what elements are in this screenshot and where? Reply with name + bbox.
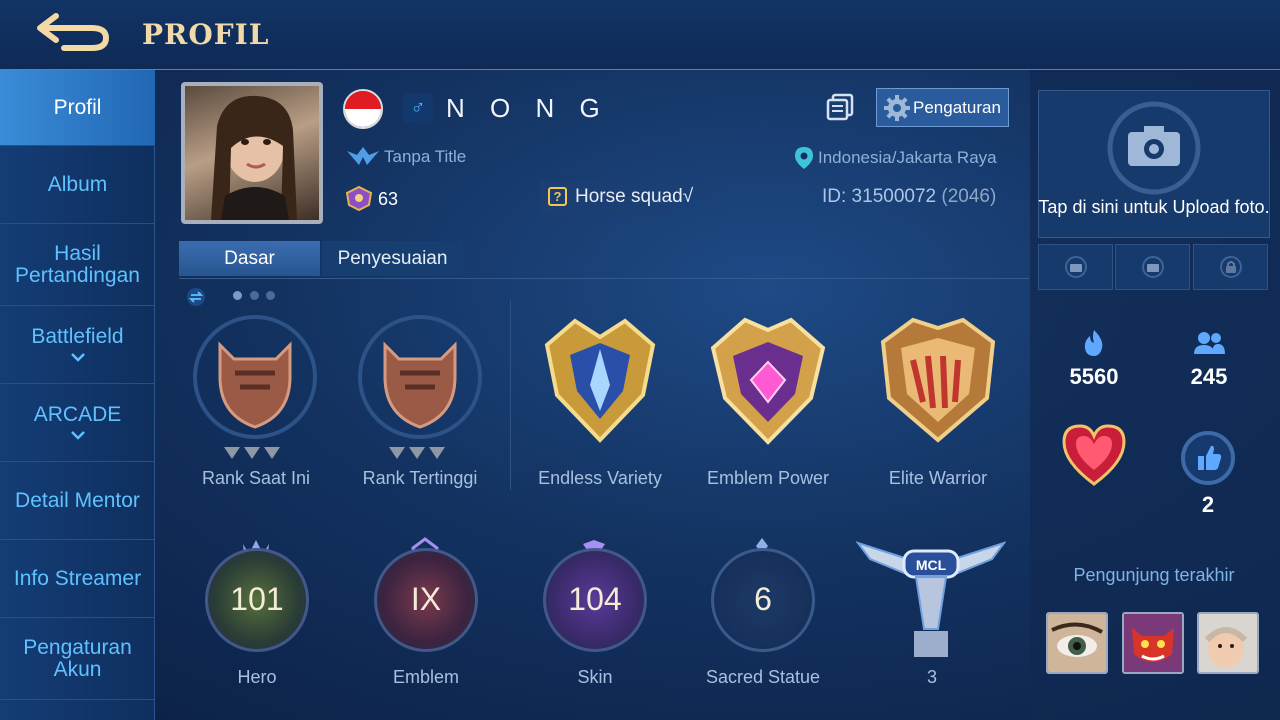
rank-current-medal-icon [193, 315, 317, 439]
hero-count-value: 101 [230, 581, 284, 617]
endless-variety-label: Endless Variety [538, 468, 662, 488]
page-dot [250, 291, 259, 300]
skin-count-value: 104 [568, 581, 622, 617]
visitor-avatar[interactable] [1122, 612, 1184, 674]
chevron-down-icon [70, 430, 85, 440]
avatar-portrait-image [211, 95, 297, 220]
sidebar-item-label: Profil [53, 95, 102, 119]
sacred-statue-value: 6 [754, 581, 772, 617]
player-name: N O N G [446, 93, 609, 123]
emblem-count-value: IX [410, 581, 442, 617]
sidebar-item-label: Detail Mentor [15, 488, 140, 512]
swap-icon[interactable] [186, 287, 206, 307]
visitor-avatar-image [1048, 614, 1106, 672]
sidebar: Profil Album Hasil Pertandingan Battlefi… [0, 70, 155, 720]
sidebar-item-hasil-pertandingan[interactable]: Hasil Pertandingan [0, 224, 155, 306]
popularity-flame-icon [1084, 330, 1103, 356]
indonesia-flag-icon [343, 89, 383, 129]
lock-icon [1219, 256, 1242, 278]
chevron-down-icon [70, 352, 85, 362]
sacred-statue-label: Sacred Statue [705, 667, 821, 687]
mcl-text: MCL [916, 557, 947, 573]
sidebar-item-profil[interactable]: Profil [0, 70, 155, 146]
visitor-avatar-image [1199, 614, 1257, 672]
hero-count-label: Hero [237, 667, 277, 687]
sidebar-item-pengaturan-akun[interactable]: Pengaturan Akun [0, 618, 155, 700]
heart-icon[interactable] [1060, 422, 1128, 488]
rank-stars [389, 447, 445, 459]
likes-value: 2 [1201, 492, 1215, 517]
tab-dasar[interactable]: Dasar [179, 241, 320, 276]
player-id: ID: 31500072 (2046) [822, 186, 996, 208]
squad-name: Horse squad√ [575, 186, 694, 207]
emblem-count-label: Emblem [392, 667, 459, 687]
visitor-avatar[interactable] [1197, 612, 1259, 674]
sidebar-item-label: Hasil Pertandingan [15, 241, 140, 287]
sidebar-item-arcade[interactable]: ARCADE [0, 384, 155, 462]
photo-slot[interactable] [1038, 244, 1113, 290]
rank-highest-medal-icon [358, 315, 482, 439]
server-id: (2046) [941, 186, 997, 207]
settings-button-label: Pengaturan [913, 97, 1001, 117]
tab-divider [179, 278, 1029, 279]
sidebar-item-label: Pengaturan Akun [23, 635, 132, 681]
sidebar-item-label: Album [47, 172, 108, 196]
avatar[interactable] [181, 82, 323, 224]
endless-variety-medal-icon [544, 318, 656, 443]
rank-current-label: Rank Saat Ini [201, 468, 311, 488]
followers-value: 245 [1190, 364, 1228, 389]
settings-button[interactable]: Pengaturan [876, 88, 1009, 127]
player-id-value: ID: 31500072 [822, 186, 937, 207]
visitor-avatar[interactable] [1046, 612, 1108, 674]
male-gender-icon: ♂ [403, 93, 433, 123]
mcl-trophy-label: 3 [926, 667, 937, 687]
followers-icon [1194, 332, 1225, 354]
photo-slot-locked[interactable] [1193, 244, 1268, 290]
level-badge-icon [345, 185, 373, 211]
camera-icon [1107, 101, 1201, 195]
page-title: PROFIL [142, 18, 270, 51]
emblem-power-label: Emblem Power [706, 468, 830, 488]
rank-stars [224, 447, 280, 459]
camera-icon [1064, 256, 1087, 278]
page-dot [266, 291, 275, 300]
location-pin-icon [795, 147, 813, 169]
upload-photo-text: Tap di sini untuk Upload foto. [1038, 197, 1270, 217]
title-wing-icon [347, 147, 379, 165]
sidebar-item-detail-mentor[interactable]: Detail Mentor [0, 462, 155, 540]
card-icon[interactable] [826, 93, 854, 121]
skin-count-label: Skin [577, 667, 613, 687]
rank-highest-label: Rank Tertinggi [362, 468, 478, 488]
sidebar-item-label: Battlefield [31, 324, 124, 348]
sidebar-item-album[interactable]: Album [0, 146, 155, 224]
back-button[interactable] [34, 10, 114, 54]
player-level: 63 [378, 189, 399, 209]
elite-warrior-label: Elite Warrior [888, 468, 988, 488]
sidebar-item-label: Info Streamer [13, 566, 142, 590]
sidebar-item-battlefield[interactable]: Battlefield [0, 306, 155, 384]
camera-icon [1141, 256, 1164, 278]
player-title: Tanpa Title [384, 147, 467, 166]
location-row: Indonesia/Jakarta Raya [794, 146, 997, 170]
visitor-avatar-image [1124, 614, 1182, 672]
back-arrow-icon [37, 13, 110, 51]
section-divider [510, 300, 511, 490]
emblem-power-medal-icon [710, 317, 826, 445]
sidebar-item-info-streamer[interactable]: Info Streamer [0, 540, 155, 618]
mcl-trophy-icon[interactable]: MCL [856, 537, 1006, 661]
sidebar-item-label: ARCADE [33, 402, 122, 426]
recent-visitors-label: Pengunjung terakhir [1073, 565, 1235, 585]
photo-slot[interactable] [1115, 244, 1190, 290]
location-text: Indonesia/Jakarta Raya [818, 148, 997, 167]
popularity-value: 5560 [1069, 364, 1119, 389]
elite-warrior-medal-icon [880, 317, 996, 443]
gear-icon [884, 94, 910, 121]
like-thumb-icon[interactable] [1180, 430, 1236, 486]
tab-penyesuaian[interactable]: Penyesuaian [322, 241, 463, 276]
page-dot [233, 291, 242, 300]
squad-question-icon: ? [548, 187, 567, 206]
